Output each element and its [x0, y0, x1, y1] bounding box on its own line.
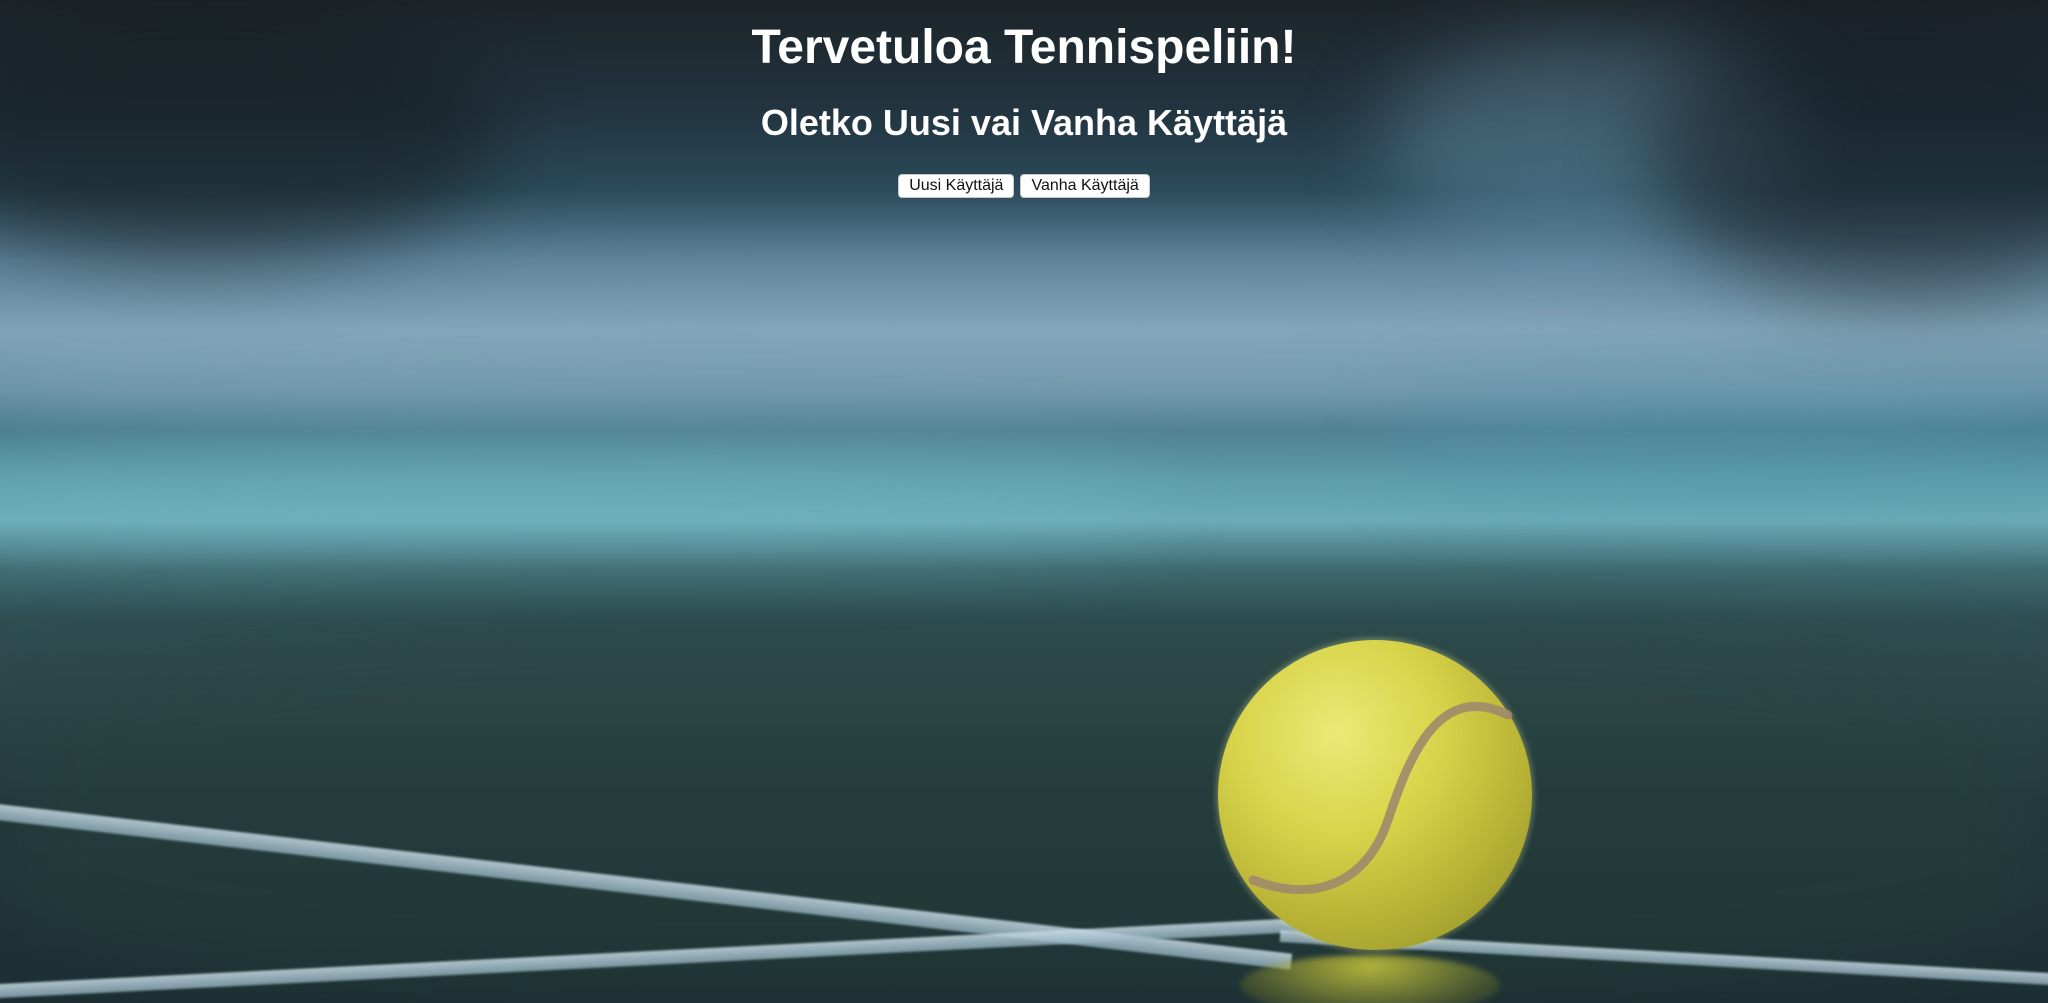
user-choice-buttons: Uusi Käyttäjä Vanha Käyttäjä [0, 174, 2048, 198]
existing-user-button[interactable]: Vanha Käyttäjä [1020, 174, 1150, 198]
page-title: Tervetuloa Tennispeliin! [751, 21, 1297, 74]
new-user-button[interactable]: Uusi Käyttäjä [898, 174, 1015, 198]
blur-band [0, 455, 1150, 545]
welcome-panel: Tervetuloa Tennispeliin! Oletko Uusi vai… [0, 0, 2048, 198]
tennis-ball [1218, 640, 1532, 950]
ball-seam [1248, 702, 1513, 895]
blur-band [1400, 380, 2048, 500]
page-subtitle: Oletko Uusi vai Vanha Käyttäjä [760, 102, 1288, 143]
